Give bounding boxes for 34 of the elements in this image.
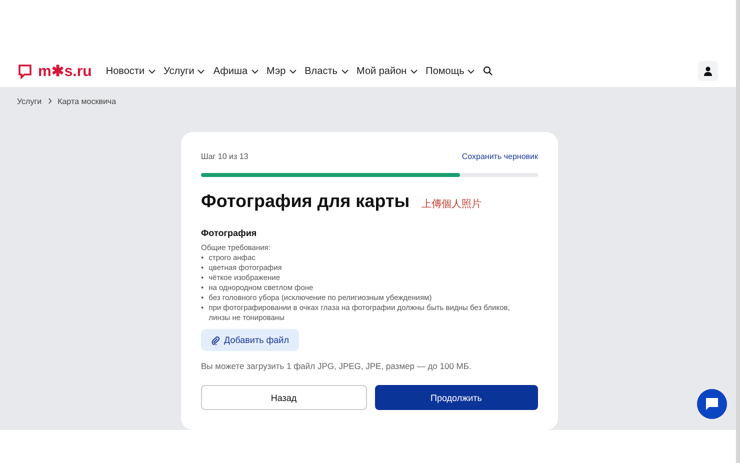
- continue-button[interactable]: Продолжить: [374, 385, 538, 410]
- nav-item[interactable]: Новости: [106, 66, 156, 76]
- nav-item[interactable]: Власть: [304, 66, 348, 76]
- section-title: Фотография: [201, 228, 258, 238]
- chat-icon: [705, 397, 719, 411]
- chevron-right-icon: [48, 98, 52, 104]
- paperclip-icon: [211, 336, 220, 344]
- user-icon: [703, 66, 713, 76]
- chevron-down-icon: [410, 68, 418, 74]
- site-logo[interactable]: m✱s.ru: [38, 62, 92, 80]
- upload-hint: Вы можете загрузить 1 файл JPG, JPEG, JPE, размер — до 100 МБ.: [201, 361, 472, 371]
- breadcrumb-link[interactable]: Карта москвича: [58, 96, 116, 106]
- chevron-down-icon: [250, 68, 259, 74]
- nav-item[interactable]: Мэр: [266, 66, 297, 76]
- annotation-text: 上傳個人照片: [422, 198, 482, 211]
- add-file-button[interactable]: Добавить файл: [201, 329, 299, 351]
- back-button[interactable]: Назад: [201, 385, 366, 410]
- nav-item[interactable]: Помощь: [426, 66, 476, 76]
- logo-icon: [18, 64, 32, 78]
- nav-item[interactable]: Услуги: [164, 66, 206, 76]
- chevron-down-icon: [340, 68, 348, 74]
- nav-item[interactable]: Мой район: [356, 66, 418, 76]
- chevron-down-icon: [288, 68, 297, 74]
- chevron-down-icon: [148, 68, 156, 74]
- save-draft-link[interactable]: Сохранить черновик: [462, 152, 538, 161]
- profile-button[interactable]: [698, 61, 718, 81]
- chevron-down-icon: [467, 68, 476, 74]
- step-counter: Шаг 10 из 13: [201, 152, 248, 161]
- chevron-down-icon: [197, 68, 206, 74]
- search-icon[interactable]: [483, 66, 494, 76]
- form-title: Фотография для карты: [201, 191, 410, 212]
- breadcrumb-link[interactable]: Услуги: [17, 96, 42, 106]
- nav-item[interactable]: Афиша: [213, 66, 259, 76]
- chat-button[interactable]: [697, 389, 727, 419]
